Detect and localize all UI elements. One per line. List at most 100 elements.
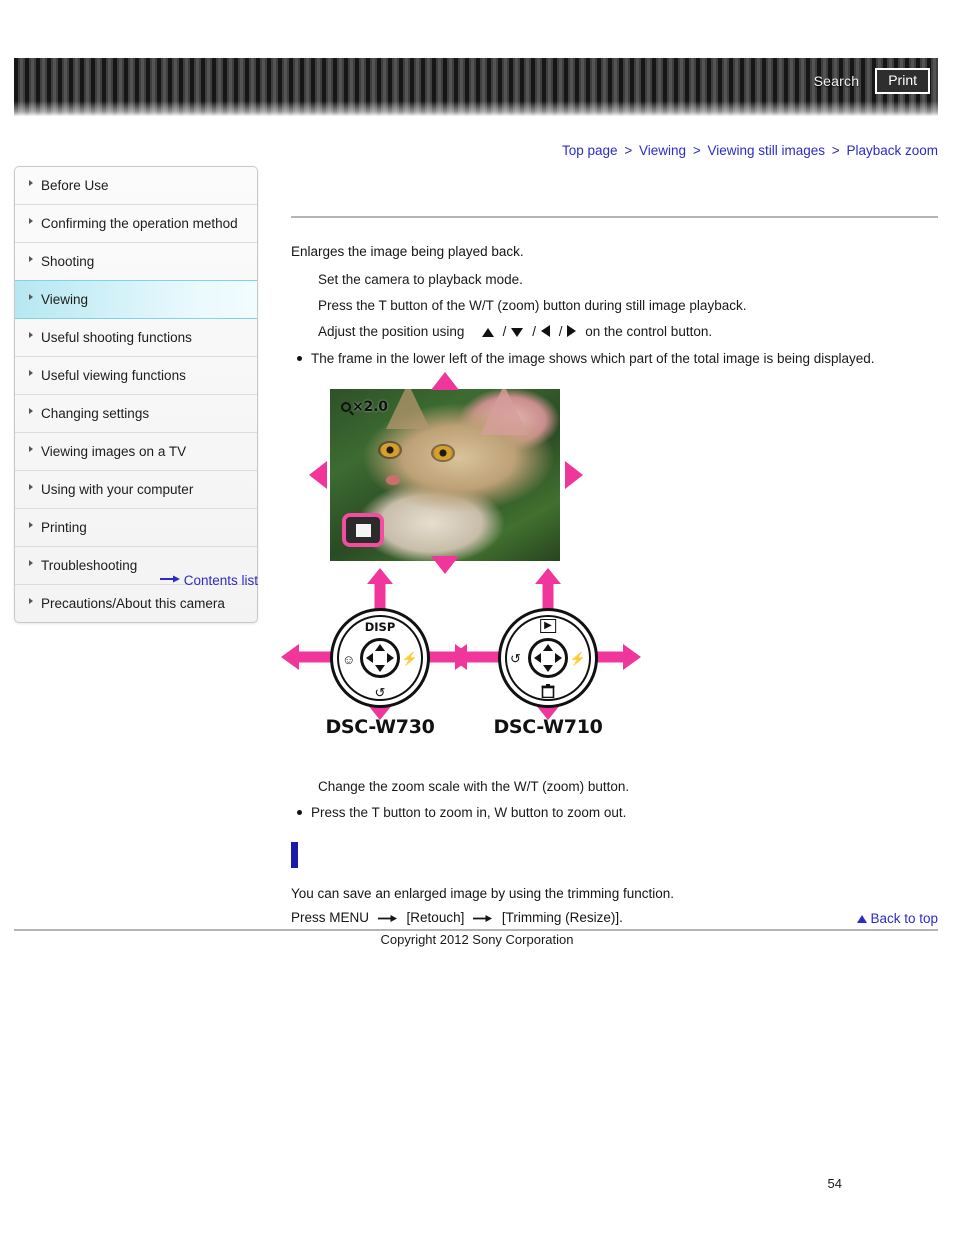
breadcrumb-item-playback-zoom[interactable]: Playback zoom: [846, 143, 938, 158]
cat-eye-right-shape: [433, 446, 453, 460]
contents-list-link[interactable]: Contents list: [14, 572, 258, 589]
sidebar-item-label: Useful shooting functions: [41, 330, 192, 345]
breadcrumb-separator: >: [831, 143, 840, 158]
self-timer-icon: ↺: [510, 651, 521, 666]
breadcrumb-item-viewing[interactable]: Viewing: [639, 143, 686, 158]
trimming-section: You can save an enlarged image by using …: [291, 842, 938, 930]
cat-ear-left-shape: [386, 389, 430, 429]
control-wheel-center-button: [360, 638, 400, 678]
main-content: Enlarges the image being played back. Se…: [281, 180, 938, 930]
sidebar-item-label: Viewing: [41, 292, 89, 307]
sidebar-item-precautions-about-this-camera[interactable]: Precautions/About this camera: [15, 585, 257, 622]
wheel-triangle-down-icon: [375, 665, 385, 672]
note-item: The frame in the lower left of the image…: [291, 348, 938, 370]
section-marker: [291, 842, 298, 868]
camera-lcd-preview-image: ×2.0: [330, 389, 560, 561]
pink-arrow-right-icon: [565, 461, 583, 489]
magnifier-icon: [341, 402, 351, 412]
site-header: Search Print: [14, 58, 938, 116]
triangle-left-icon: [540, 325, 550, 337]
wheel-triangle-down-icon: [543, 665, 553, 672]
header-controls: Search Print: [814, 58, 930, 104]
chevron-right-icon: [29, 598, 33, 604]
control-wheel-center-button: [528, 638, 568, 678]
sidebar-item-label: Shooting: [41, 254, 95, 269]
control-wheel-dsc-w710: ▶ ↺ ⚡ DSC-W710: [449, 568, 641, 746]
breadcrumb-separator: >: [624, 143, 633, 158]
sidebar-item-viewing[interactable]: Viewing: [15, 280, 257, 319]
note-item: Press the T button to zoom in, W button …: [291, 802, 938, 824]
control-wheel-ring: DISP ☺ ⚡ ↺: [330, 608, 430, 708]
search-link[interactable]: Search: [814, 73, 860, 89]
chevron-right-icon: [29, 180, 33, 186]
print-button[interactable]: Print: [875, 68, 930, 94]
cat-ear-right-shape: [480, 389, 528, 435]
step-item: Set the camera to playback mode.: [318, 272, 523, 287]
camera-model-label: DSC-W710: [493, 716, 603, 738]
wheel-triangle-right-icon: [555, 653, 562, 663]
sidebar-item-label: Viewing images on a TV: [41, 444, 187, 459]
trimming-line-2-end: [Trimming (Resize)].: [501, 910, 623, 925]
control-wheel-ring: ▶ ↺ ⚡: [498, 608, 598, 708]
chevron-right-icon: [29, 484, 33, 490]
copyright-text: Copyright 2012 Sony Corporation: [380, 932, 574, 947]
wheel-triangle-up-icon: [543, 644, 553, 651]
trimming-line-2-mid: [Retouch]: [406, 910, 465, 925]
chevron-right-icon: [29, 256, 33, 262]
sidebar-item-useful-shooting-functions[interactable]: Useful shooting functions: [15, 319, 257, 357]
playback-zoom-illustration: ×2.0 DISP ☺ ⚡ ↺ DSC-W730 ▶ ↺ ⚡ DSC-W710: [281, 372, 938, 776]
note-list-zoom: Press the T button to zoom in, W button …: [291, 802, 938, 824]
sidebar-item-label: Using with your computer: [41, 482, 194, 497]
chevron-right-icon: [29, 522, 33, 528]
zoom-badge-value: ×2.0: [352, 399, 388, 415]
sidebar-item-using-with-your-computer[interactable]: Using with your computer: [15, 471, 257, 509]
breadcrumb-separator: >: [692, 143, 701, 158]
zoom-magnification-badge: ×2.0: [341, 399, 388, 415]
intro-text: Enlarges the image being played back.: [291, 244, 524, 259]
sidebar-item-confirming-the-operation-method[interactable]: Confirming the operation method: [15, 205, 257, 243]
sidebar-item-printing[interactable]: Printing: [15, 509, 257, 547]
chevron-right-icon: [29, 370, 33, 376]
cat-nose-shape: [386, 475, 400, 485]
wheel-triangle-right-icon: [387, 653, 394, 663]
step-item-adjust-position: Adjust the position using / / / on the c…: [318, 324, 713, 339]
back-to-top-label: Back to top: [870, 911, 938, 926]
breadcrumb-item-top-page[interactable]: Top page: [562, 143, 618, 158]
sidebar-navigation: Before Use Confirming the operation meth…: [14, 166, 258, 623]
title-divider: [291, 216, 938, 218]
chevron-right-icon: [29, 560, 33, 566]
sidebar-item-label: Precautions/About this camera: [41, 596, 225, 611]
page-number: 54: [827, 1176, 842, 1191]
chevron-right-icon: [29, 294, 33, 300]
sidebar-item-shooting[interactable]: Shooting: [15, 243, 257, 281]
breadcrumb: Top page > Viewing > Viewing still image…: [562, 143, 938, 158]
trimming-line-2: Press MENU [Retouch] [Trimming (Resize)]…: [291, 906, 938, 930]
arrow-right-icon: [373, 910, 407, 925]
zoom-position-frame-indicator: [342, 513, 384, 547]
flash-icon: ⚡: [569, 651, 586, 666]
pink-arrow-down-icon: [431, 556, 459, 574]
trimming-line-2-prefix: Press MENU: [291, 910, 370, 925]
chevron-right-icon: [29, 446, 33, 452]
sidebar-item-viewing-images-on-a-tv[interactable]: Viewing images on a TV: [15, 433, 257, 471]
sidebar-item-label: Before Use: [41, 178, 109, 193]
flash-icon: ⚡: [401, 651, 418, 666]
back-to-top-link[interactable]: Back to top: [857, 911, 938, 926]
contents-list-label: Contents list: [183, 573, 258, 588]
triangle-down-icon: [511, 328, 524, 337]
wheel-triangle-up-icon: [375, 644, 385, 651]
chevron-right-icon: [29, 408, 33, 414]
cat-eye-left-shape: [380, 443, 400, 457]
sidebar-item-useful-viewing-functions[interactable]: Useful viewing functions: [15, 357, 257, 395]
playback-icon: ▶: [540, 619, 556, 633]
sidebar-item-changing-settings[interactable]: Changing settings: [15, 395, 257, 433]
delete-trash-icon: [541, 684, 555, 700]
triangle-up-icon: [857, 915, 868, 923]
triangle-right-icon: [567, 325, 577, 337]
chevron-right-icon: [29, 332, 33, 338]
zoom-scale-text: Change the zoom scale with the W/T (zoom…: [318, 779, 630, 794]
note-list-frame: The frame in the lower left of the image…: [291, 348, 938, 370]
step-adjust-suffix: on the control button.: [585, 324, 713, 339]
sidebar-item-before-use[interactable]: Before Use: [15, 167, 257, 205]
breadcrumb-item-viewing-still-images[interactable]: Viewing still images: [707, 143, 825, 158]
